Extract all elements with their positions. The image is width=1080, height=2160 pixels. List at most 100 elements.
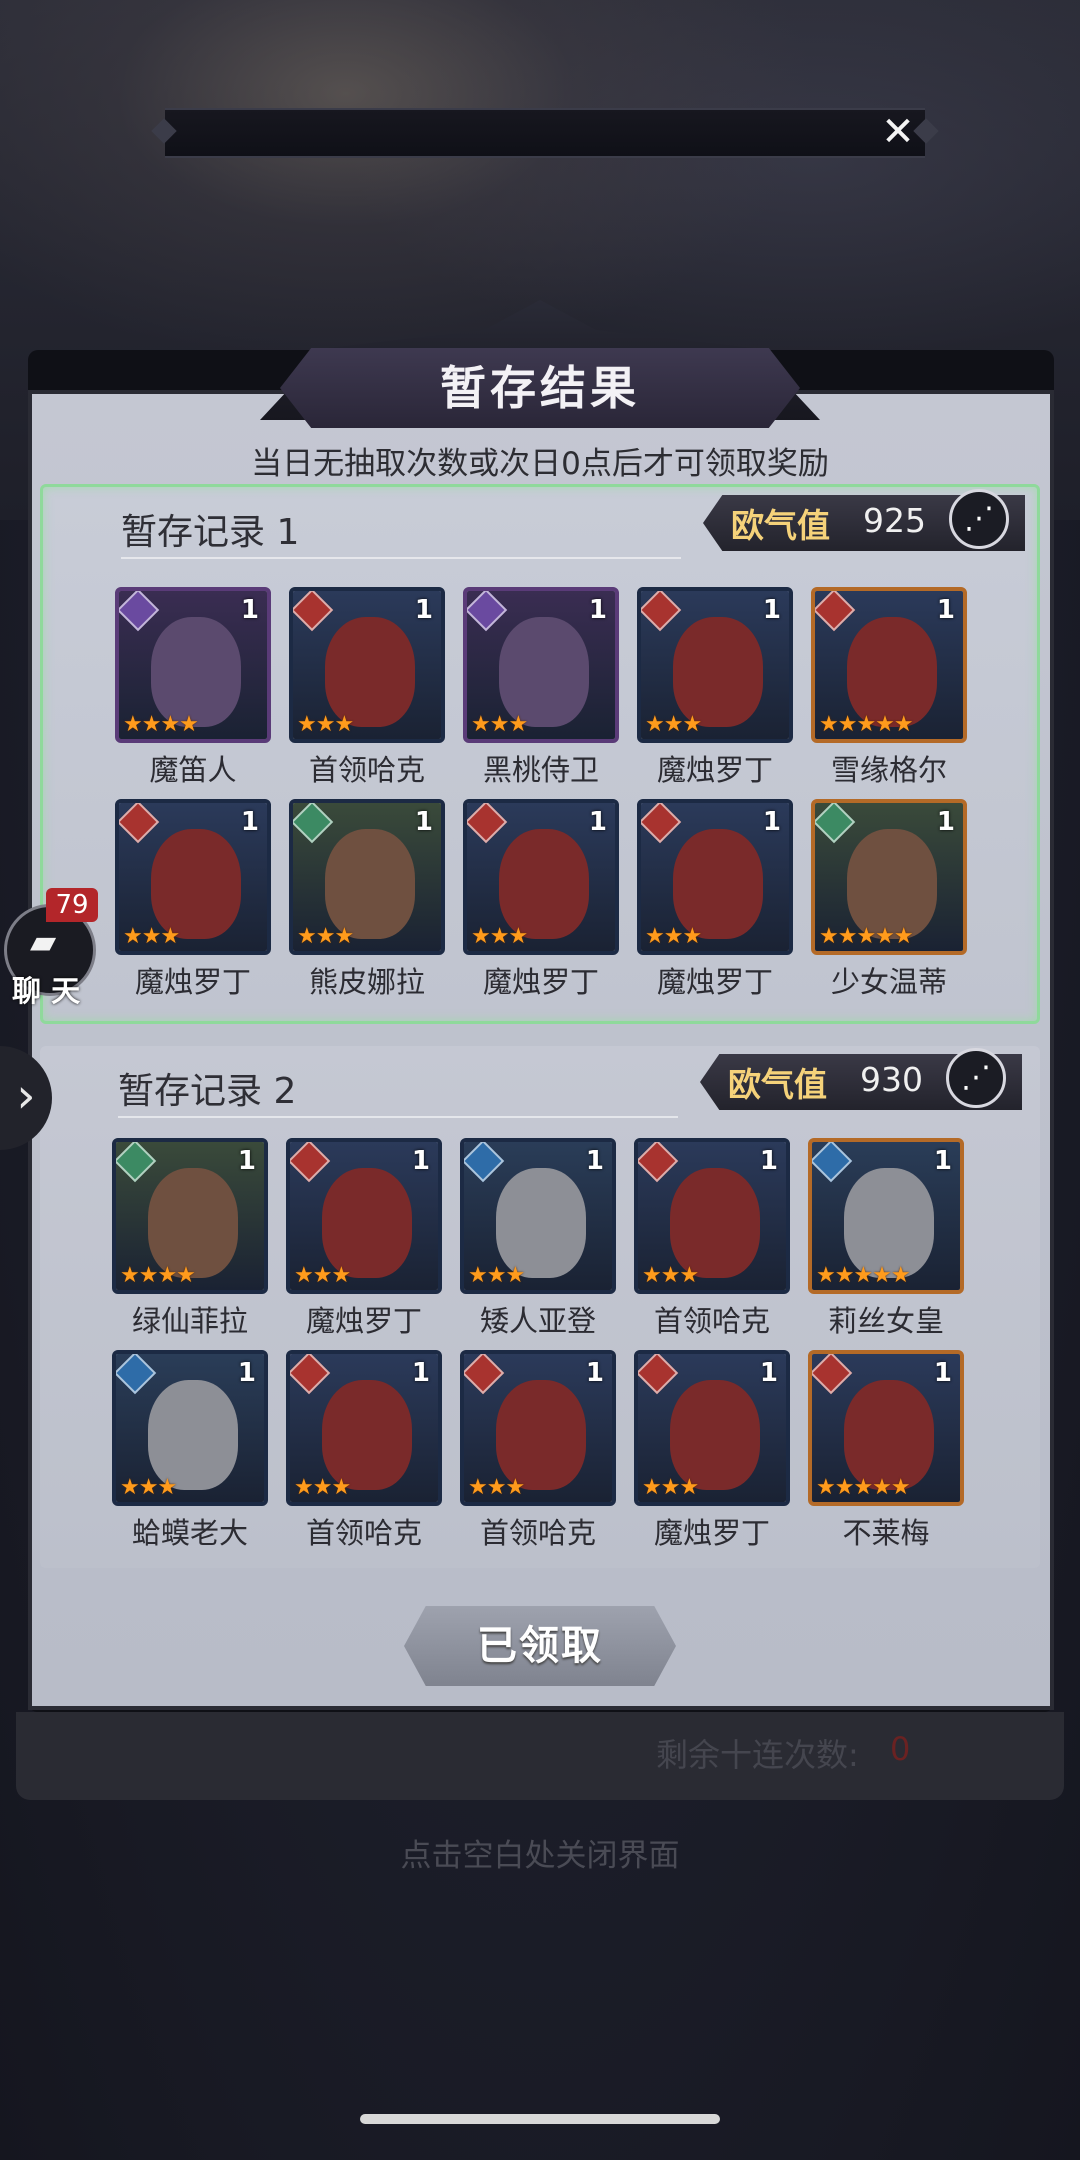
hero-face (496, 1380, 586, 1490)
hero-face (670, 1380, 760, 1490)
hero-portrait: 1 ★★★ (115, 799, 271, 955)
star-rating: ★★★ (468, 1263, 525, 1288)
hero-count: 1 (936, 595, 955, 625)
hero-face (148, 1380, 238, 1490)
hero-count: 1 (237, 1146, 256, 1176)
hero-name: 蛤蟆老大 (131, 1516, 248, 1550)
chat-bubble-icon: ▰ (30, 922, 57, 962)
hero-face (325, 617, 415, 727)
hero-count: 1 (588, 807, 607, 837)
share-icon[interactable]: ⋰ (949, 489, 1009, 549)
hero-portrait: 1 ★★★★★ (811, 587, 967, 743)
star-rating: ★★★ (120, 1475, 177, 1500)
hero-count: 1 (414, 595, 433, 625)
luck-value: 925 (863, 501, 926, 540)
luck-value: 930 (860, 1060, 923, 1099)
star-rating: ★★★★ (123, 712, 199, 737)
hero-face (499, 617, 589, 727)
hero-name: 不莱梅 (842, 1516, 930, 1550)
chat-unread-badge: 79 (46, 888, 98, 922)
remaining-value: 0 (890, 1730, 911, 1768)
share-icon[interactable]: ⋰ (946, 1048, 1006, 1108)
hero-count: 1 (762, 595, 781, 625)
record-section-2: 暂存记录 2 欧气值 930 ⋰ 1 ★★★★ 绿仙菲拉 1 ★★★ 魔烛罗丁 1 ★★★ 矮人… (40, 1046, 1040, 1568)
hero-face (670, 1168, 760, 1278)
hero-count: 1 (762, 807, 781, 837)
hero-portrait: 1 ★★★ (634, 1138, 790, 1294)
hero-portrait: 1 ★★★ (289, 799, 445, 955)
hero-portrait: 1 ★★★ (637, 799, 793, 955)
hero-name: 矮人亚登 (479, 1304, 596, 1338)
hero-name: 魔烛罗丁 (656, 753, 773, 787)
hero-name: 首领哈克 (653, 1304, 770, 1338)
hero-face (322, 1380, 412, 1490)
hero-portrait: 1 ★★★ (637, 587, 793, 743)
hero-name: 首领哈克 (305, 1516, 422, 1550)
star-rating: ★★★ (645, 712, 702, 737)
hero-count: 1 (933, 1358, 952, 1388)
hero-count: 1 (237, 1358, 256, 1388)
hero-face (151, 829, 241, 939)
record-header: 暂存记录 2 (118, 1054, 678, 1118)
hero-face (847, 617, 937, 727)
hero-face (844, 1380, 934, 1490)
star-rating: ★★★★★ (816, 1263, 911, 1288)
hero-portrait: 1 ★★★ (286, 1350, 442, 1506)
hero-count: 1 (759, 1146, 778, 1176)
hero-portrait: 1 ★★★ (112, 1350, 268, 1506)
luck-label: 欧气值 (731, 506, 830, 545)
hero-face (151, 617, 241, 727)
hero-face (499, 829, 589, 939)
hero-face (325, 829, 415, 939)
hero-count: 1 (240, 595, 259, 625)
hero-face (847, 829, 937, 939)
hero-face (673, 829, 763, 939)
star-rating: ★★★★ (120, 1263, 196, 1288)
remaining-label: 剩余十连次数: (656, 1736, 859, 1774)
record-section-1: 暂存记录 1 欧气值 925 ⋰ 1 ★★★★ 魔笛人 1 ★★★ 首领哈克 1 ★★★ 黑桃侍… (40, 484, 1040, 1024)
star-rating: ★★★ (642, 1475, 699, 1500)
hero-name: 魔烛罗丁 (482, 965, 599, 999)
top-banner-bar (165, 108, 925, 158)
hero-name: 魔烛罗丁 (134, 965, 251, 999)
star-rating: ★★★ (642, 1263, 699, 1288)
star-rating: ★★★★★ (816, 1475, 911, 1500)
hero-face (322, 1168, 412, 1278)
hero-face (673, 617, 763, 727)
home-indicator[interactable] (360, 2114, 720, 2124)
hero-count: 1 (585, 1146, 604, 1176)
hero-count: 1 (588, 595, 607, 625)
hero-count: 1 (933, 1146, 952, 1176)
hero-count: 1 (759, 1358, 778, 1388)
hero-name: 熊皮娜拉 (308, 965, 425, 999)
star-rating: ★★★ (297, 712, 354, 737)
hero-portrait: 1 ★★★ (460, 1138, 616, 1294)
hero-name: 魔烛罗丁 (653, 1516, 770, 1550)
hero-count: 1 (240, 807, 259, 837)
hero-count: 1 (936, 807, 955, 837)
close-icon[interactable]: ✕ (878, 112, 918, 152)
hero-name: 魔烛罗丁 (656, 965, 773, 999)
hero-portrait: 1 ★★★ (463, 587, 619, 743)
star-rating: ★★★★★ (819, 924, 914, 949)
hero-count: 1 (411, 1146, 430, 1176)
claim-button[interactable]: 已领取 (404, 1606, 676, 1686)
record-header: 暂存记录 1 (121, 495, 681, 559)
close-hint[interactable]: 点击空白处关闭界面 (0, 1830, 1080, 1875)
star-rating: ★★★ (468, 1475, 525, 1500)
hero-count: 1 (414, 807, 433, 837)
hero-name: 首领哈克 (479, 1516, 596, 1550)
luck-label: 欧气值 (728, 1065, 827, 1104)
hero-portrait: 1 ★★★★ (115, 587, 271, 743)
panel-title: 暂存结果 (440, 361, 640, 415)
hero-name: 首领哈克 (308, 753, 425, 787)
hero-face (496, 1168, 586, 1278)
star-rating: ★★★ (294, 1263, 351, 1288)
hero-portrait: 1 ★★★ (634, 1350, 790, 1506)
hero-portrait: 1 ★★★ (463, 799, 619, 955)
hero-portrait: 1 ★★★ (289, 587, 445, 743)
hero-name: 魔烛罗丁 (305, 1304, 422, 1338)
hero-face (844, 1168, 934, 1278)
hero-name: 魔笛人 (149, 753, 237, 787)
hero-name: 雪缘格尔 (830, 753, 947, 787)
